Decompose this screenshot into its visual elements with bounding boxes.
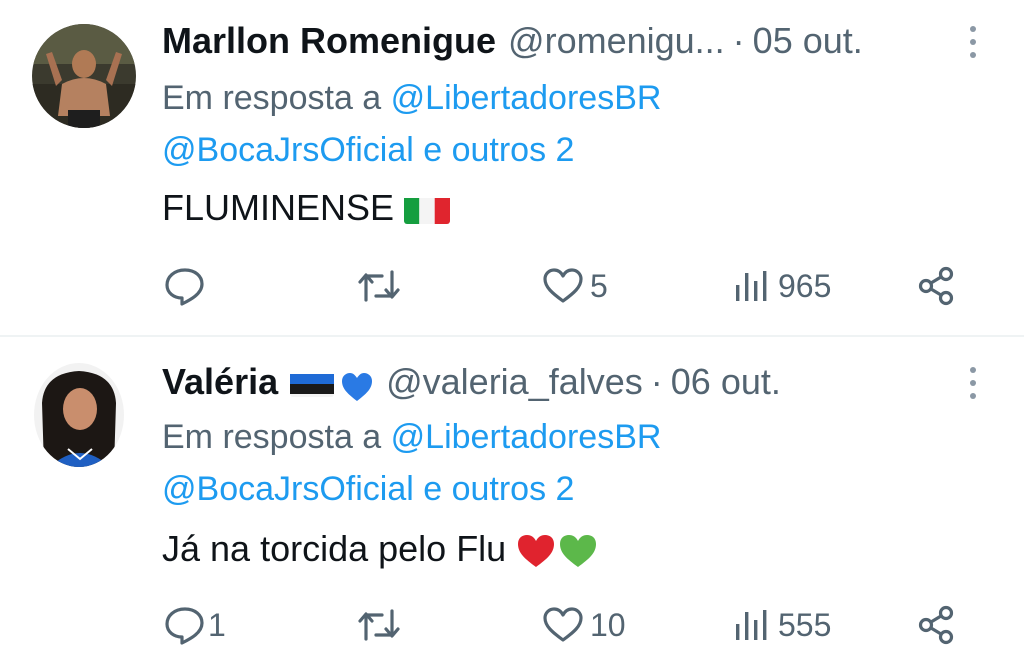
views-icon (736, 610, 767, 640)
views-button[interactable]: 965 (732, 261, 831, 311)
like-count: 10 (590, 606, 626, 643)
reply-mention-link[interactable]: @LibertadoresBR (391, 418, 662, 456)
tweet[interactable]: Valéria @valeria_falves · 06 out. Em res… (0, 337, 1024, 672)
reply-others-link[interactable]: @BocaJrsOficial e outros 2 (162, 463, 574, 515)
reply-button[interactable]: 1 (164, 600, 226, 650)
more-options-icon[interactable] (968, 26, 978, 60)
like-button[interactable]: 5 (542, 261, 608, 311)
reply-prefix: Em resposta a (162, 418, 382, 456)
red-heart-icon (516, 531, 556, 567)
tweet-text: FLUMINENSE (162, 182, 451, 234)
share-icon (918, 266, 954, 306)
reply-context: Em resposta a @LibertadoresBR (162, 72, 661, 124)
views-count: 555 (778, 606, 832, 643)
views-count: 965 (778, 267, 832, 304)
tweet-text-content: Já na torcida pelo Flu (162, 528, 507, 569)
retweet-button[interactable] (356, 600, 408, 650)
separator-dot: · (732, 20, 745, 61)
tweet-text-content: FLUMINENSE (162, 187, 395, 228)
reply-button[interactable] (164, 261, 212, 311)
tweet-date[interactable]: 06 out. (671, 357, 781, 407)
reply-icon (165, 268, 204, 306)
blue-heart-icon (340, 366, 374, 401)
share-button[interactable] (916, 261, 958, 311)
tweet-actions: 5 965 (0, 261, 1024, 311)
reply-count: 1 (208, 606, 226, 643)
estonia-flag-icon (290, 367, 335, 397)
like-button[interactable]: 10 (542, 600, 626, 650)
views-button[interactable]: 555 (732, 600, 831, 650)
more-options-icon[interactable] (968, 367, 978, 401)
like-count: 5 (590, 267, 608, 304)
green-heart-icon (558, 531, 598, 567)
tweet-text: Já na torcida pelo Flu (162, 523, 598, 575)
author-handle[interactable]: @romenigu... (508, 16, 725, 66)
avatar[interactable] (32, 24, 136, 128)
tweet[interactable]: Marllon Romenigue @romenigu... · 05 out.… (0, 0, 1024, 336)
avatar[interactable] (34, 363, 124, 467)
share-icon (918, 605, 954, 645)
author-name[interactable]: Marllon Romenigue (162, 16, 496, 66)
tweet-header: Valéria @valeria_falves · 06 out. (162, 357, 964, 407)
share-button[interactable] (916, 600, 958, 650)
reply-mention-link[interactable]: @LibertadoresBR (391, 79, 662, 117)
retweet-icon (358, 270, 400, 302)
tweet-header: Marllon Romenigue @romenigu... · 05 out. (162, 16, 964, 66)
reply-prefix: Em resposta a (162, 79, 382, 117)
reply-context: Em resposta a @LibertadoresBR (162, 411, 661, 463)
retweet-icon (358, 609, 400, 641)
tweet-actions: 1 10 555 (0, 600, 1024, 650)
tweet-date[interactable]: 05 out. (753, 16, 863, 66)
author-handle[interactable]: @valeria_falves (386, 357, 643, 407)
views-icon (736, 271, 767, 301)
italy-flag-icon (404, 192, 451, 224)
reply-icon (165, 607, 204, 645)
separator-dot: · (650, 361, 663, 402)
heart-icon (543, 268, 583, 303)
author-name[interactable]: Valéria (162, 357, 278, 407)
reply-others-link[interactable]: @BocaJrsOficial e outros 2 (162, 124, 574, 176)
heart-icon (543, 607, 583, 642)
retweet-button[interactable] (356, 261, 408, 311)
